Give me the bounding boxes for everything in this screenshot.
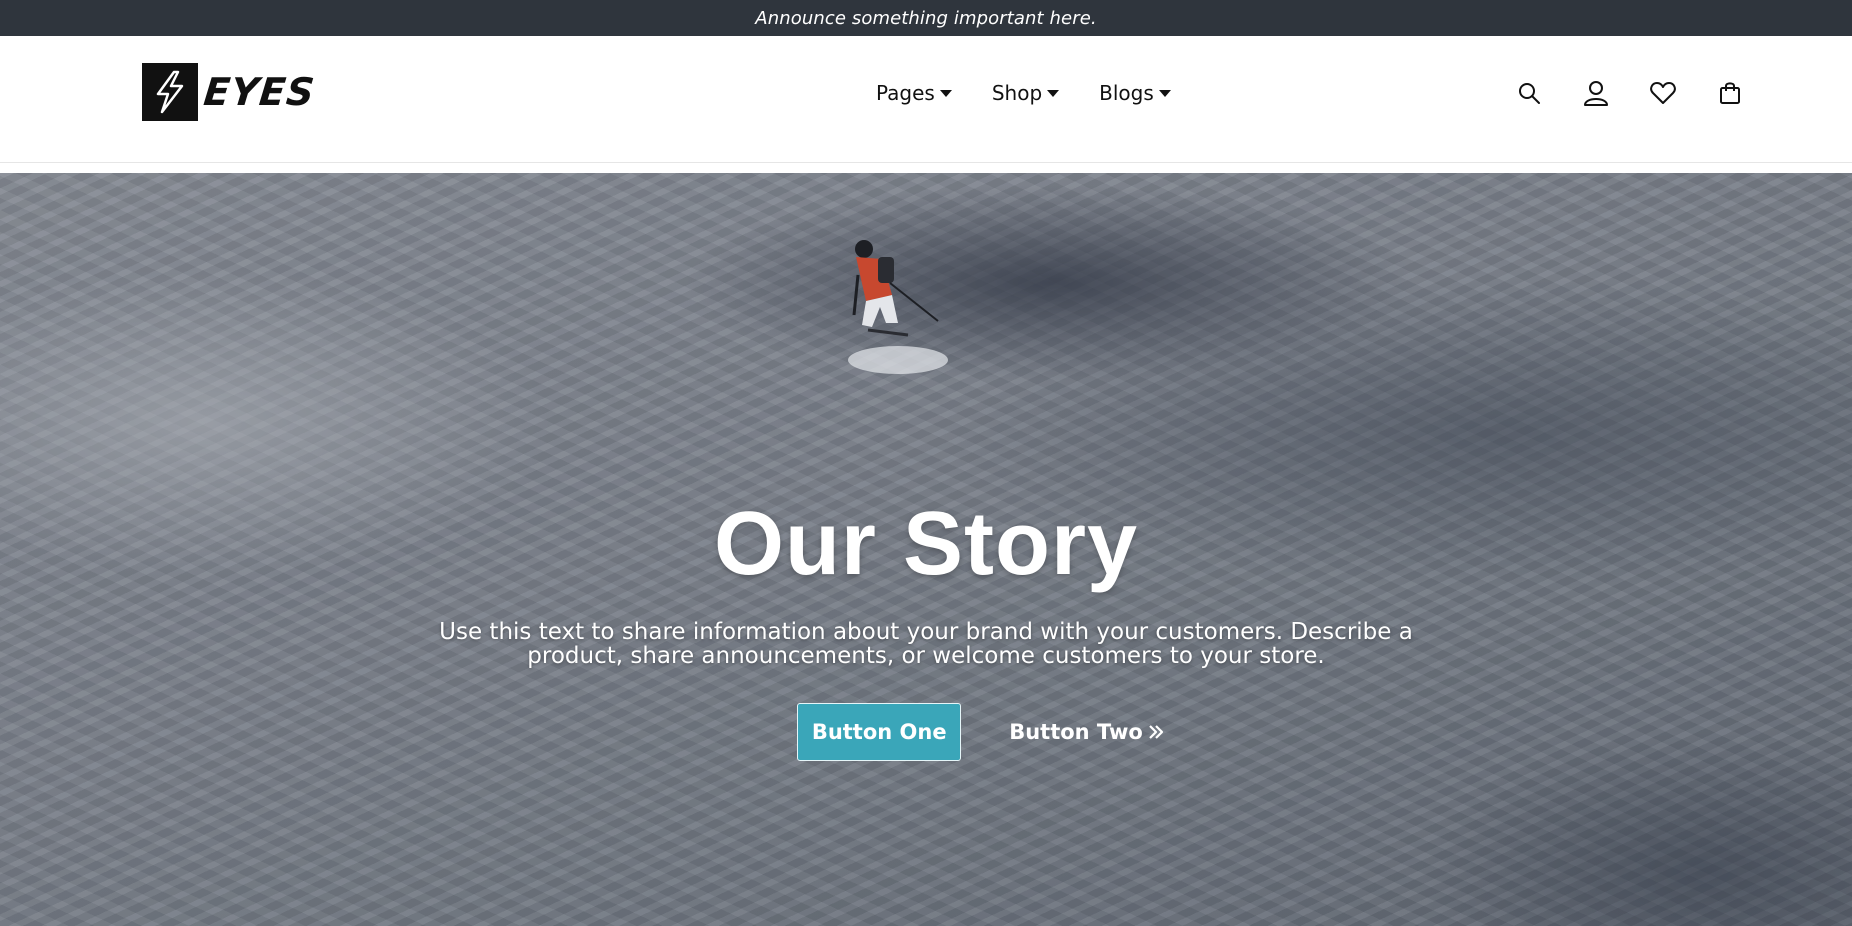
nav-item-blogs[interactable]: Blogs — [1099, 81, 1171, 105]
hero-text: Use this text to share information about… — [439, 619, 1413, 669]
cart-bag-icon[interactable] — [1716, 78, 1744, 108]
account-icon[interactable] — [1582, 78, 1610, 108]
hero-title: Our Story — [713, 494, 1139, 594]
caret-down-icon — [1047, 89, 1060, 97]
main-nav: Pages Shop Blogs — [876, 81, 1171, 105]
hero-banner: Our Story Use this text to share informa… — [0, 173, 1852, 926]
wishlist-heart-icon[interactable] — [1649, 78, 1677, 108]
site-header: EYES Pages Shop Blogs — [0, 36, 1852, 163]
hero-content: Our Story Use this text to share informa… — [0, 173, 1852, 926]
nav-item-label: Blogs — [1099, 81, 1154, 105]
search-icon[interactable] — [1515, 78, 1543, 108]
nav-item-shop[interactable]: Shop — [991, 81, 1060, 105]
nav-item-label: Shop — [991, 81, 1043, 105]
double-chevron-right-icon — [1149, 725, 1163, 739]
announcement-bar: Announce something important here. — [0, 0, 1852, 36]
button-two-label: Button Two — [1009, 720, 1143, 744]
caret-down-icon — [939, 89, 952, 97]
nav-item-pages[interactable]: Pages — [876, 81, 952, 105]
button-two[interactable]: Button Two — [1009, 720, 1165, 744]
button-one[interactable]: Button One — [797, 703, 962, 761]
nav-item-label: Pages — [876, 81, 935, 105]
announcement-text: Announce something important here. — [755, 7, 1097, 29]
hero-buttons: Button One Button Two — [0, 703, 1852, 761]
logo-text: EYES — [201, 70, 318, 114]
caret-down-icon — [1158, 89, 1171, 97]
logo[interactable]: EYES — [142, 62, 318, 122]
lightning-bolt-icon — [142, 63, 198, 121]
header-icons — [1515, 78, 1744, 108]
